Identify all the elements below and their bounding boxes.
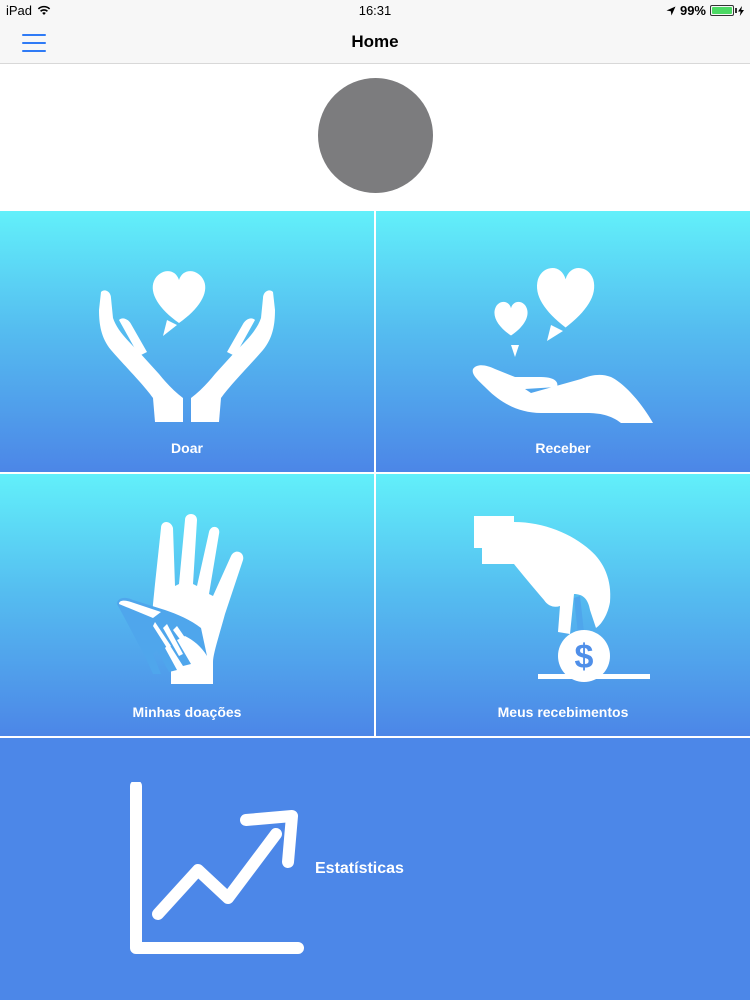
donate-label: Doar — [171, 440, 203, 456]
hand-coin-icon: $ — [474, 516, 650, 682]
hand-hearts-icon — [472, 267, 653, 423]
statistics-label: Estatísticas — [315, 860, 404, 877]
battery-percent: 99% — [679, 3, 706, 18]
receive-tile[interactable]: Receber — [376, 211, 750, 472]
location-arrow-icon — [666, 6, 676, 15]
my-receipts-tile[interactable]: $ Meus recebimentos — [376, 474, 750, 736]
my-donations-tile[interactable]: Minhas doações — [0, 474, 374, 736]
donate-tile[interactable]: Doar — [0, 211, 374, 472]
profile-header — [0, 64, 750, 210]
chart-trend-icon — [130, 782, 304, 954]
svg-text:$: $ — [575, 638, 594, 676]
my-receipts-label: Meus recebimentos — [497, 704, 629, 720]
status-right: 99% — [666, 3, 744, 18]
my-donations-label: Minhas doações — [132, 704, 242, 720]
navigation-bar: Home — [0, 22, 750, 64]
battery-level — [712, 7, 732, 14]
battery-icon — [710, 5, 737, 16]
status-bar: iPad 16:31 99% — [0, 0, 750, 22]
status-time: 16:31 — [358, 3, 392, 18]
receive-label: Receber — [535, 440, 591, 456]
hands-heart-icon — [99, 271, 275, 422]
avatar[interactable] — [318, 78, 433, 193]
page-title: Home — [351, 32, 399, 51]
helping-hands-icon — [117, 514, 244, 684]
charging-bolt-icon — [738, 5, 744, 16]
